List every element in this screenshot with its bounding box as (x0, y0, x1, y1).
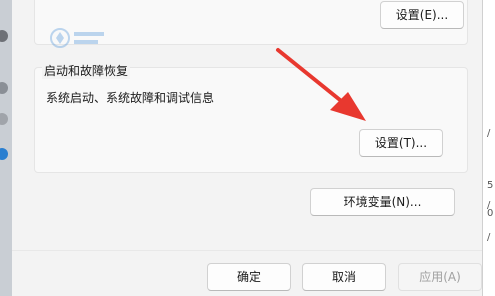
startup-recovery-description: 系统启动、系统故障和调试信息 (46, 91, 215, 105)
startup-recovery-settings-button[interactable]: 设置(T)... (359, 129, 443, 157)
cancel-button[interactable]: 取消 (302, 263, 386, 291)
ok-button[interactable]: 确定 (207, 263, 291, 291)
startup-recovery-group: 设置(T)... (34, 67, 468, 173)
background-icon (0, 113, 8, 125)
environment-variables-button[interactable]: 环境变量(N)... (310, 188, 455, 216)
background-icon (0, 82, 8, 94)
background-window-left (0, 0, 12, 296)
system-properties-dialog: 设置(E)... 设置(T)... 启动和故障恢复 系统启动、系统故障和调试信息… (12, 0, 482, 296)
apply-button[interactable]: 应用(A) (398, 263, 482, 291)
background-text: 0 (487, 208, 494, 219)
background-window-right: / 5 / 0 / (482, 0, 495, 296)
background-icon (0, 30, 8, 42)
startup-recovery-title: 启动和故障恢复 (42, 62, 131, 79)
background-text: 5 (487, 180, 494, 191)
background-text: / (487, 232, 491, 243)
footer-divider (12, 250, 482, 251)
performance-settings-button[interactable]: 设置(E)... (380, 1, 464, 29)
watermark-logo-icon (50, 28, 104, 48)
background-text: / (487, 128, 491, 139)
background-icon (0, 148, 8, 160)
